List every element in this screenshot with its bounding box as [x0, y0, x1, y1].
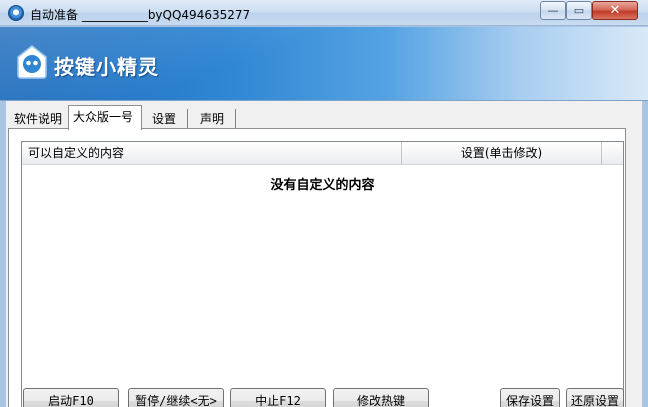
maximize-button[interactable]: ▭ [566, 1, 592, 20]
list-header: 可以自定义的内容 设置(单击修改) [22, 142, 623, 165]
main-panel: 软件说明 大众版一号 设置 声明 可以自定义的内容 设置(单击修改) 没有自定义… [6, 101, 642, 407]
maximize-icon: ▭ [573, 4, 585, 17]
stop-button[interactable]: 中止F12 [230, 388, 326, 407]
custom-settings-list[interactable]: 可以自定义的内容 设置(单击修改) 没有自定义的内容 [21, 141, 624, 407]
close-icon: ✕ [609, 3, 621, 18]
tab-settings[interactable]: 设置 [148, 109, 188, 129]
minimize-button[interactable]: — [540, 1, 566, 20]
title-bar[interactable]: 自动准备 ___________byQQ494635277 — ▭ ✕ [0, 0, 648, 26]
ghost-logo-icon [17, 45, 47, 79]
tab-label: 大众版一号 [73, 110, 134, 124]
banner-title: 按键小精灵 [54, 55, 159, 79]
pause-resume-button[interactable]: 暂停/继续<无> [128, 388, 224, 407]
restore-settings-button[interactable]: 还原设置 [566, 388, 624, 407]
window-title: 自动准备 ___________byQQ494635277 [30, 8, 251, 22]
close-button[interactable]: ✕ [592, 1, 638, 20]
start-button[interactable]: 启动F10 [23, 388, 119, 407]
minimize-icon: — [547, 4, 559, 17]
tab-label: 软件说明 [14, 112, 63, 126]
tab-statement[interactable]: 声明 [196, 109, 236, 129]
empty-list-message: 没有自定义的内容 [270, 178, 375, 193]
tab-public-edition-1[interactable]: 大众版一号 [68, 105, 142, 130]
column-header-settings[interactable]: 设置(单击修改) [402, 142, 602, 165]
tab-software-info[interactable]: 软件说明 [10, 109, 74, 129]
tab-strip: 软件说明 大众版一号 设置 声明 [6, 105, 642, 130]
change-hotkey-button[interactable]: 修改热键 [333, 388, 429, 407]
banner: 按键小精灵 [0, 27, 648, 101]
tab-label: 设置 [152, 112, 177, 126]
app-logo-icon[interactable] [8, 5, 24, 21]
tab-label: 声明 [200, 112, 225, 126]
column-header-content[interactable]: 可以自定义的内容 [22, 142, 402, 165]
save-settings-button[interactable]: 保存设置 [500, 388, 560, 407]
